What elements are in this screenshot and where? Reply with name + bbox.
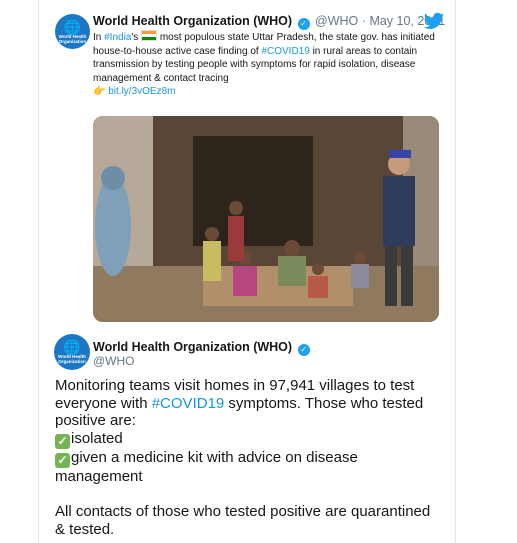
globe-icon: 🌐 — [63, 18, 82, 35]
author-handle[interactable]: @WHO — [315, 14, 358, 28]
tweet-text: In #India's most populous state Uttar Pr… — [93, 30, 438, 99]
text-segment: In — [93, 32, 105, 43]
who-avatar[interactable]: 🌐 World Health Organization — [55, 14, 90, 49]
check-mark-icon: ✓ — [55, 433, 70, 449]
avatar-label: World Health Organization — [58, 33, 87, 44]
who-avatar[interactable]: 🌐 World Health Organization — [54, 334, 90, 370]
verified-badge-icon: ✓ — [297, 344, 310, 356]
avatar-label: World Health Organization — [58, 354, 86, 364]
text-segment: 's — [131, 32, 142, 43]
hashtag-covid19[interactable]: #COVID19 — [261, 46, 309, 57]
tweet-header: World Health Organization (WHO) ✓ @WHO ·… — [93, 14, 445, 30]
quoted-tweet[interactable]: 🌐 World Health Organization World Health… — [47, 6, 447, 324]
pointing-hand-icon: 👉 — [93, 86, 106, 97]
twitter-bird-icon[interactable] — [424, 12, 444, 30]
separator-dot: · — [361, 14, 366, 28]
globe-icon: 🌐 — [63, 339, 81, 355]
tweet-paragraph: All contacts of those who tested positiv… — [55, 503, 431, 538]
list-item: ✓ isolated — [55, 430, 440, 449]
tweet-photo[interactable] — [93, 116, 439, 322]
tweet-paragraph: Monitoring teams visit homes in 97,941 v… — [55, 377, 440, 430]
tweet-body: Monitoring teams visit homes in 97,941 v… — [55, 377, 440, 538]
hashtag-covid19[interactable]: #COVID19 — [152, 395, 225, 412]
list-item: ✓ given a medicine kit with advice on dis… — [55, 449, 440, 486]
author-name[interactable]: World Health Organization (WHO) — [93, 14, 292, 28]
india-flag-icon — [141, 30, 158, 41]
photo-scene — [93, 116, 439, 322]
list-item-text: isolated — [71, 429, 123, 447]
author-handle[interactable]: @WHO — [93, 354, 135, 368]
hashtag-india[interactable]: #India — [104, 32, 131, 43]
check-mark-icon: ✓ — [55, 452, 70, 468]
list-item-text: given a medicine kit with advice on dise… — [55, 448, 358, 485]
author-name[interactable]: World Health Organization (WHO) — [93, 340, 292, 354]
verified-badge-icon: ✓ — [297, 18, 310, 30]
short-link[interactable]: bit.ly/3vOEz8m — [108, 86, 175, 97]
